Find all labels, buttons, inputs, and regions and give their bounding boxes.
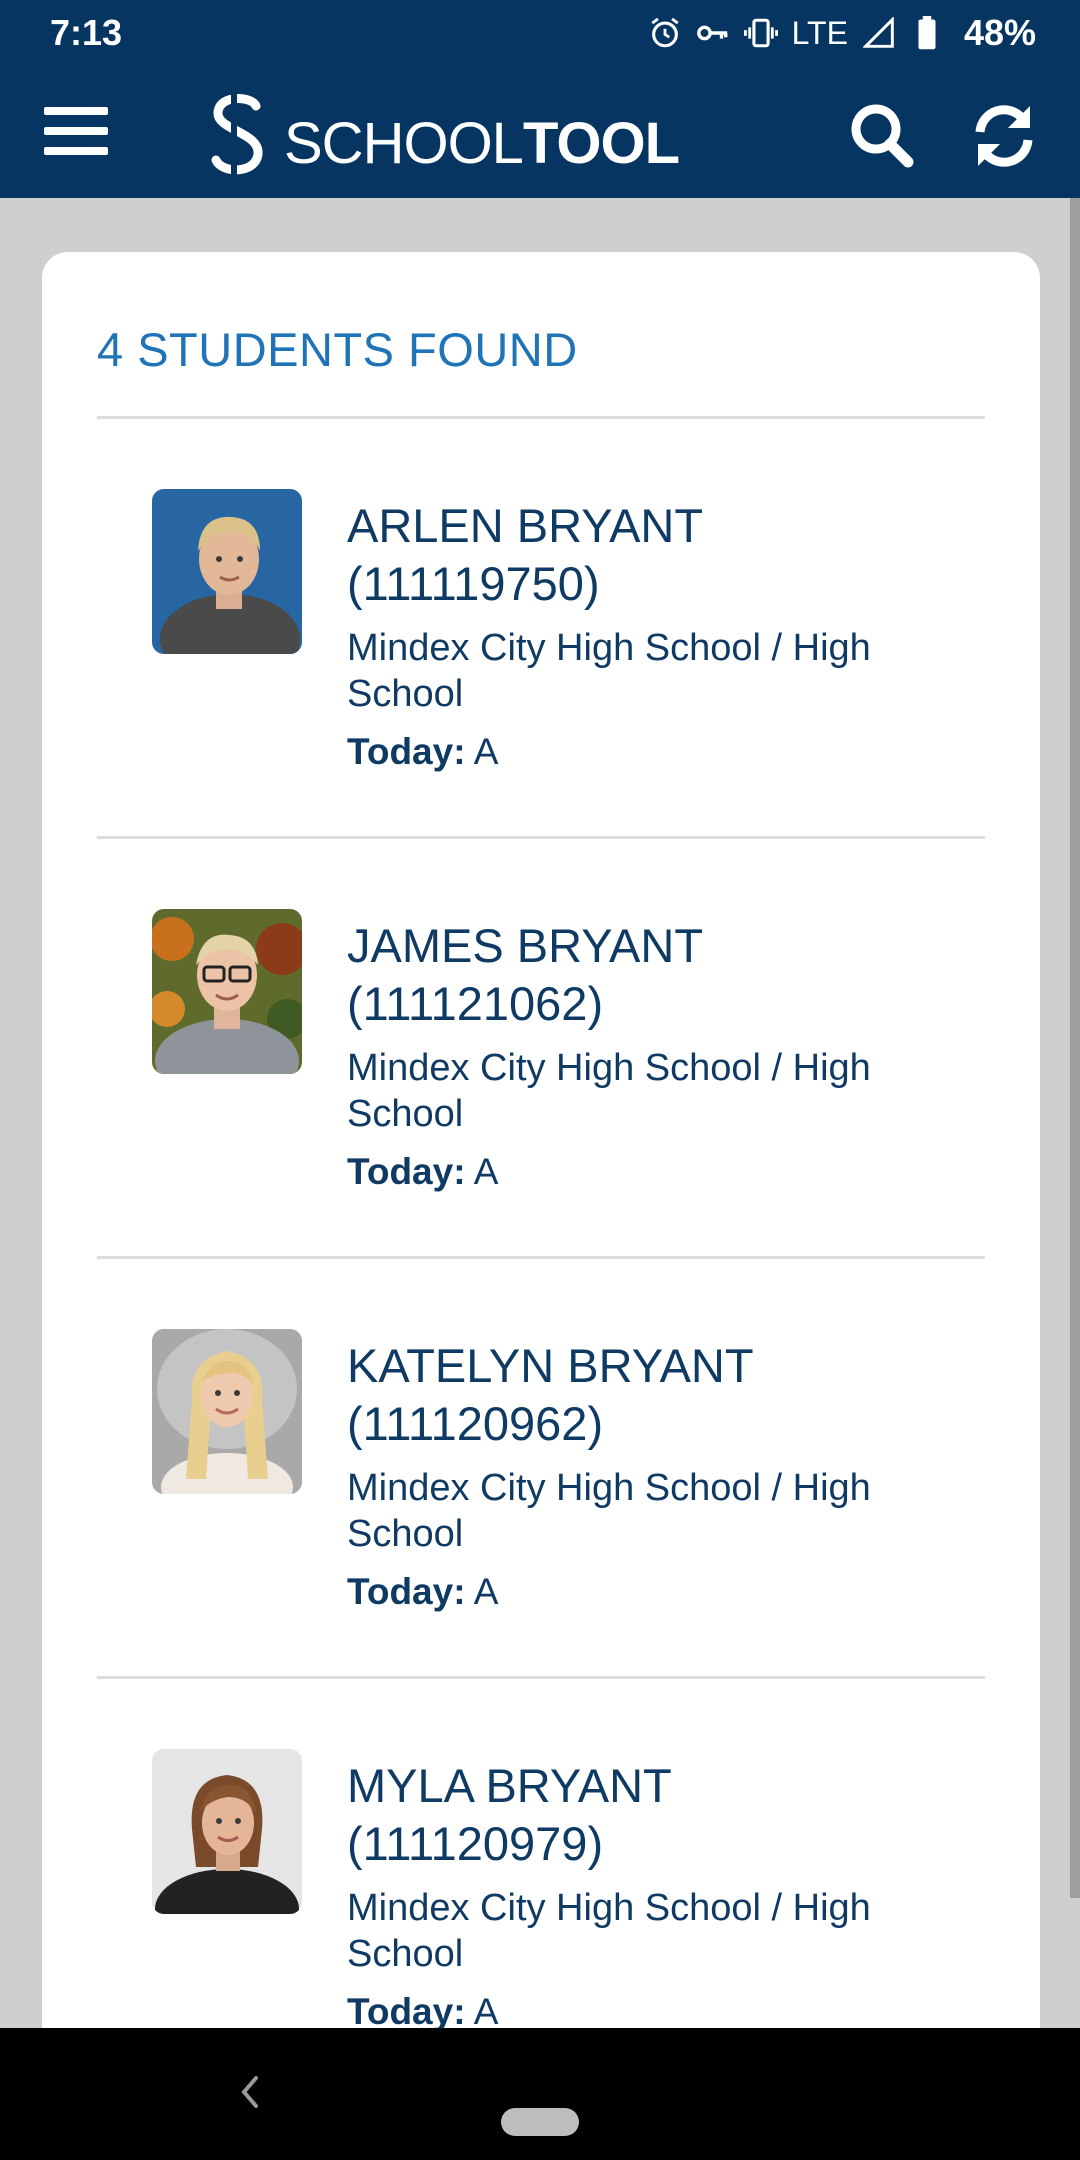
results-card: 4 STUDENTS FOUND ARLEN BRYANT (111119750… <box>42 252 1040 2052</box>
student-photo <box>152 489 302 654</box>
schooltool-logo: SCHOOLTOOL <box>204 84 680 184</box>
refresh-icon <box>975 105 1033 167</box>
menu-button[interactable] <box>36 98 116 164</box>
student-school: Mindex City High School / High School <box>347 1047 871 1135</box>
student-info: JAMES BRYANT (111121062) Mindex City Hig… <box>347 917 947 1193</box>
student-id: (111121062) <box>347 977 604 1030</box>
alarm-icon <box>648 16 682 50</box>
student-id: (111119750) <box>347 557 600 610</box>
student-info: ARLEN BRYANT (111119750) Mindex City Hig… <box>347 497 947 773</box>
student-info: MYLA BRYANT (111120979) Mindex City High… <box>347 1757 947 2033</box>
status-time: 7:13 <box>50 12 123 53</box>
back-button[interactable] <box>220 2062 280 2122</box>
student-name: ARLEN BRYANT <box>347 499 704 552</box>
signal-icon <box>862 16 896 50</box>
student-row-james[interactable]: JAMES BRYANT (111121062) Mindex City Hig… <box>97 839 985 1259</box>
student-id: (111120962) <box>347 1397 604 1450</box>
student-school: Mindex City High School / High School <box>347 627 871 715</box>
student-name: MYLA BRYANT <box>347 1759 672 1812</box>
student-name: KATELYN BRYANT <box>347 1339 754 1392</box>
system-nav-bar <box>0 2028 1080 2160</box>
battery-icon <box>910 16 944 50</box>
student-info: KATELYN BRYANT (111120962) Mindex City H… <box>347 1337 947 1613</box>
attendance-today: Today: A <box>347 1571 499 1612</box>
network-type: LTE <box>791 14 848 51</box>
scrollbar[interactable] <box>1070 198 1080 1898</box>
student-school: Mindex City High School / High School <box>347 1887 871 1975</box>
search-button[interactable] <box>842 96 922 176</box>
student-row-arlen[interactable]: ARLEN BRYANT (111119750) Mindex City Hig… <box>97 419 985 839</box>
student-id: (111120979) <box>347 1817 604 1870</box>
menu-icon-line <box>44 127 108 135</box>
battery-level: 48% <box>963 12 1036 53</box>
attendance-today: Today: A <box>347 1151 499 1192</box>
status-icons: LTE 48% <box>648 12 1036 54</box>
logo-icon <box>211 92 263 176</box>
student-school: Mindex City High School / High School <box>347 1467 871 1555</box>
logo-text: SCHOOLTOOL <box>284 110 680 176</box>
student-photo <box>152 1329 302 1494</box>
attendance-today: Today: A <box>347 1991 499 2032</box>
home-button[interactable] <box>501 2108 579 2136</box>
back-icon <box>241 2076 258 2108</box>
student-photo <box>152 1749 302 1914</box>
attendance-today: Today: A <box>347 731 499 772</box>
student-photo <box>152 909 302 1074</box>
status-bar: 7:13 LTE 48% <box>0 0 1080 66</box>
student-row-katelyn[interactable]: KATELYN BRYANT (111120962) Mindex City H… <box>97 1259 985 1679</box>
menu-icon-line <box>44 107 108 115</box>
student-name: JAMES BRYANT <box>347 919 704 972</box>
menu-icon-line <box>44 147 108 155</box>
vpn-key-icon <box>696 16 730 50</box>
app-bar: SCHOOLTOOL <box>0 66 1080 198</box>
vibrate-icon <box>743 16 778 50</box>
refresh-button[interactable] <box>964 96 1044 176</box>
screen: 7:13 LTE 48% SCHOOLTOOL 4 STUDENTS FOUND… <box>0 0 1080 2160</box>
search-icon <box>851 104 914 168</box>
results-count-title: 4 STUDENTS FOUND <box>97 323 578 376</box>
